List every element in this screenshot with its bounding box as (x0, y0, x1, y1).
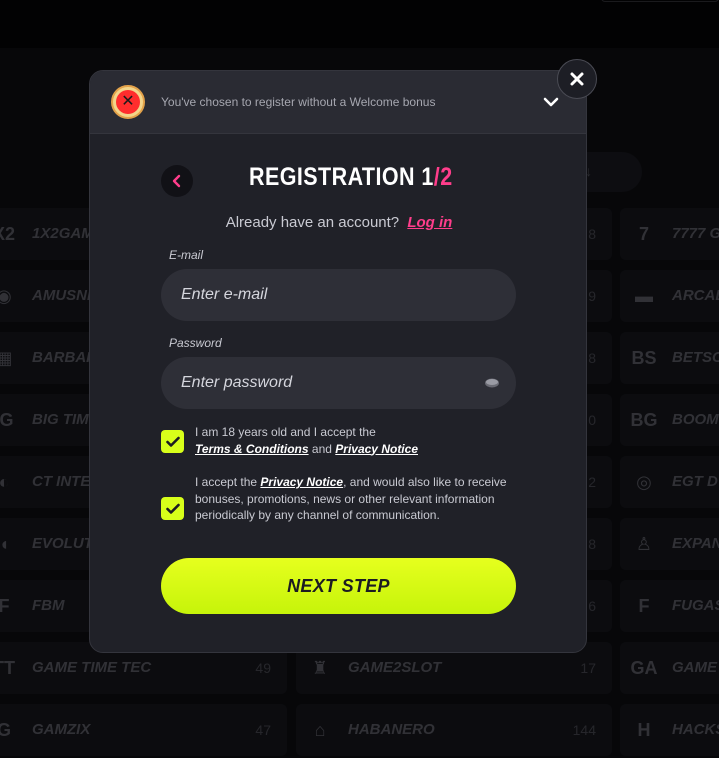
terms-text: I am 18 years old and I accept the Terms… (195, 424, 525, 457)
chevron-left-icon (172, 174, 181, 188)
email-label: E-mail (169, 248, 204, 262)
password-field-wrap (161, 357, 516, 409)
have-account-text: Already have an account? (225, 214, 400, 231)
terms-link[interactable]: Terms & Conditions (195, 442, 309, 456)
have-account-line: Already have an account? Log in (90, 214, 586, 231)
terms-checkbox[interactable] (161, 430, 184, 453)
bonus-banner-text: You've chosen to register without a Welc… (161, 95, 436, 109)
next-step-button[interactable]: NEXT STEP (161, 558, 516, 614)
title-main: REGISTRATION 1 (249, 163, 434, 191)
marketing-text: I accept the Privacy Notice, and would a… (195, 474, 525, 524)
privacy-link[interactable]: Privacy Notice (335, 442, 418, 456)
modal-title: REGISTRATION 1/2 (249, 163, 453, 192)
checkmark-icon (165, 436, 180, 447)
app-root: nt ↓ X21X2GAM◉AMUSNE▦BARBARIGBIG TIM◐CT … (0, 0, 719, 758)
terms-prefix: I am 18 years old and I accept the (195, 425, 376, 439)
login-link[interactable]: Log in (407, 214, 452, 231)
marketing-checkbox[interactable] (161, 497, 184, 520)
marketing-prefix: I accept the (195, 475, 258, 489)
chevron-down-icon[interactable] (542, 93, 560, 111)
marketing-privacy-link[interactable]: Privacy Notice (260, 475, 343, 489)
no-bonus-icon: ✕ (111, 85, 145, 119)
title-step: 2 (440, 163, 453, 191)
bonus-selector[interactable]: ✕ You've chosen to register without a We… (90, 71, 586, 134)
checkmark-icon (165, 503, 180, 514)
registration-modal: ✕ You've chosen to register without a We… (89, 70, 587, 653)
close-icon (570, 72, 584, 86)
eye-icon[interactable] (485, 378, 499, 388)
back-button[interactable] (161, 165, 193, 197)
close-button[interactable] (557, 59, 597, 99)
password-label: Password (169, 336, 222, 350)
email-field-wrap (161, 269, 516, 321)
password-field[interactable] (161, 357, 516, 409)
email-field[interactable] (161, 269, 516, 321)
terms-and: and (311, 441, 332, 456)
